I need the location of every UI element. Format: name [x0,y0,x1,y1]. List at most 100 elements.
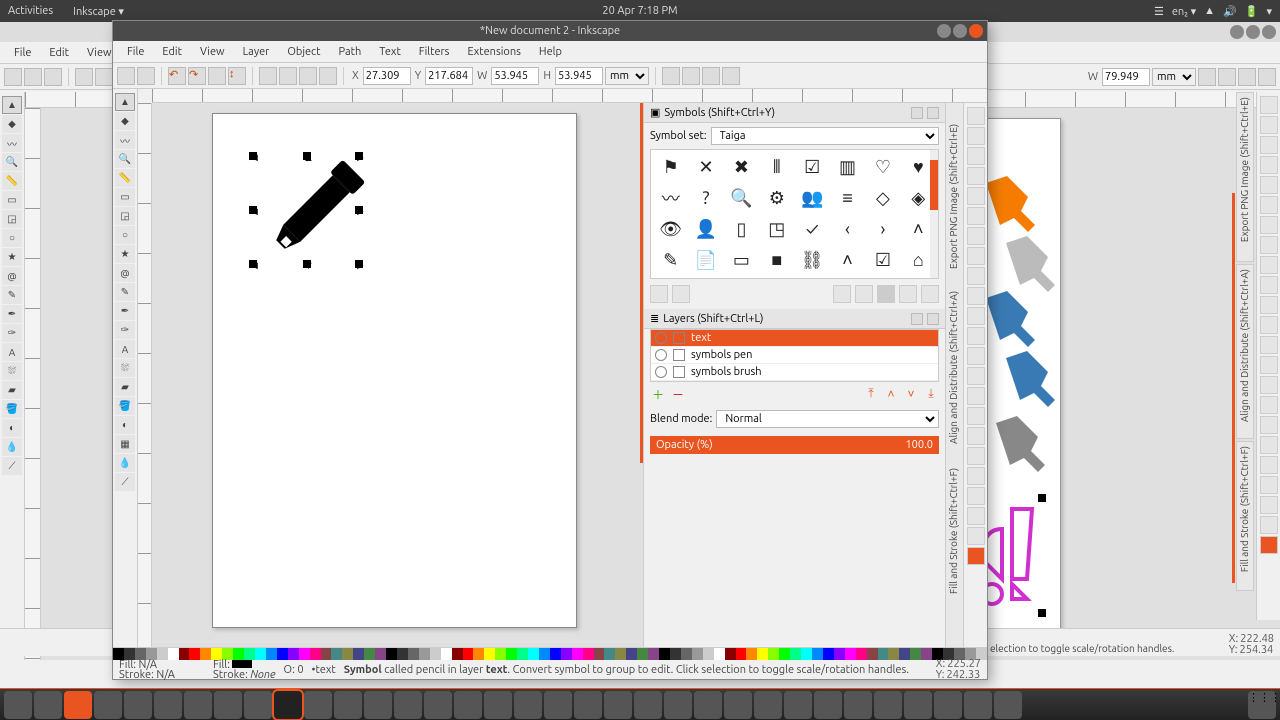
dock-app-icon[interactable] [664,691,692,719]
dock-app-icon[interactable] [724,691,752,719]
symbol-item[interactable]: ♡ [867,154,898,180]
unit-select[interactable]: mm [1152,68,1196,86]
palette-swatch[interactable] [779,648,790,660]
snap-button[interactable] [1260,296,1278,314]
snap-button[interactable] [1260,516,1278,534]
layer-bottom-button[interactable]: ⤓ [923,386,939,402]
maximize-button[interactable] [953,24,967,38]
symbol-item[interactable]: 📄 [690,247,721,273]
palette-swatch[interactable] [637,648,648,660]
snap-button[interactable] [1260,236,1278,254]
snap-button[interactable] [967,167,985,185]
pencil-tool[interactable]: ✎ [115,283,135,301]
dock-app-icon[interactable] [754,691,782,719]
snap-button[interactable] [967,507,985,525]
symbol-item[interactable]: ⛓ [797,247,828,273]
layer-row[interactable]: text [651,330,938,347]
tool-button[interactable] [279,67,297,85]
dock-tab-align[interactable]: Align and Distribute (Shift+Ctrl+A) [1236,264,1254,439]
unit-select[interactable]: mm [605,67,649,85]
dock-files-icon[interactable] [4,691,32,719]
snap-button[interactable] [967,147,985,165]
palette-swatch[interactable] [878,648,889,660]
palette-swatch[interactable] [506,648,517,660]
selection-handle[interactable]: ◄ [249,206,257,214]
eraser-tool[interactable]: ▰ [2,381,22,399]
tool-button[interactable] [682,67,700,85]
dock-app-icon[interactable] [364,691,392,719]
palette-swatch[interactable] [648,648,659,660]
palette-swatch[interactable] [441,648,452,660]
tool-button[interactable] [117,67,135,85]
layer-name[interactable]: symbols pen [691,349,934,361]
selection-handle[interactable]: ◄ [249,152,257,160]
palette-swatch[interactable] [550,648,561,660]
tool-button[interactable] [722,67,740,85]
scrollbar[interactable] [930,150,938,278]
symbol-item[interactable]: ✓ [797,216,828,242]
zoom-tool[interactable]: 🔍 [2,153,22,171]
palette-swatch[interactable] [342,648,353,660]
dock-app-icon[interactable] [634,691,662,719]
symbol-item[interactable]: ⚑ [655,154,686,180]
palette-swatch[interactable] [626,648,637,660]
selection-handle[interactable]: ► [355,206,363,214]
tool-button[interactable] [208,67,226,85]
panel-close-button[interactable] [927,107,939,119]
palette-swatch[interactable] [189,648,200,660]
panel-iconify-button[interactable] [911,107,923,119]
dock-app-icon[interactable] [424,691,452,719]
symbol-item[interactable]: ▯ [726,216,757,242]
tool-button[interactable] [75,68,93,86]
delete-layer-button[interactable]: － [670,386,686,402]
x-input[interactable] [363,67,411,85]
bezier-tool[interactable]: ✒ [2,305,22,323]
tool-button[interactable] [44,68,62,86]
snap-button[interactable] [1260,376,1278,394]
dock-tab-export[interactable]: Export PNG Image (Shift+Ctrl+E) [1236,92,1254,262]
palette-swatch[interactable] [867,648,878,660]
circle-tool[interactable]: ○ [115,226,135,244]
dock-app-icon[interactable] [904,691,932,719]
tool-button[interactable]: ↕ [228,67,246,85]
snap-button[interactable] [967,207,985,225]
dock-app-icon[interactable] [514,691,542,719]
snap-button[interactable] [1260,216,1278,234]
tool-button[interactable] [1238,68,1256,86]
snap-button[interactable] [1260,156,1278,174]
snap-button[interactable] [967,387,985,405]
node-tool[interactable]: ◆ [2,115,22,133]
palette-swatch[interactable] [921,648,932,660]
dock-app-icon[interactable] [154,691,182,719]
symbolset-select[interactable]: Taiga [711,127,939,145]
palette-swatch[interactable] [604,648,615,660]
palette-swatch[interactable] [179,648,190,660]
tool-button[interactable] [24,68,42,86]
symbol-item[interactable]: 👥 [797,185,828,211]
snap-button[interactable] [967,327,985,345]
snap-button[interactable] [967,247,985,265]
dock-app-icon[interactable] [94,691,122,719]
dock-app-icon[interactable] [784,691,812,719]
tool-button[interactable] [1218,68,1236,86]
snap-button[interactable] [967,547,985,565]
palette-swatch[interactable] [790,648,801,660]
palette-swatch[interactable] [725,648,736,660]
volume-icon[interactable]: 🔊 [1223,5,1237,18]
layer-top-button[interactable]: ⤒ [863,386,879,402]
snap-button[interactable] [1260,276,1278,294]
palette-swatch[interactable] [200,648,211,660]
power-icon[interactable]: ▾ [1266,5,1272,18]
h-input[interactable] [555,67,603,85]
y-input[interactable] [425,67,473,85]
selection-handle[interactable]: ► [355,260,363,268]
guide-line[interactable] [640,103,643,463]
dock-nautilus-icon[interactable] [34,691,62,719]
text-tool[interactable]: A [2,343,22,361]
symbol-item[interactable]: ≡ [832,185,863,211]
symbol-item[interactable]: 👤 [690,216,721,242]
palette-swatch[interactable] [277,648,288,660]
palette-swatch[interactable] [484,648,495,660]
dock-tab-export[interactable]: Export PNG Image (Shift+Ctrl+E) [946,103,963,273]
palette-swatch[interactable] [517,648,528,660]
